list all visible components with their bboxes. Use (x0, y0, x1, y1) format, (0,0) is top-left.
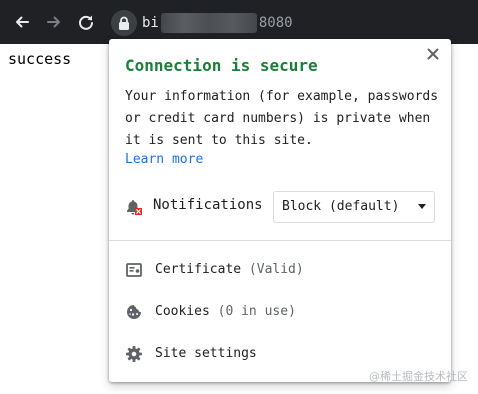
connection-description: Your information (for example, passwords… (125, 89, 439, 148)
page-body-text: success (8, 50, 72, 68)
cookies-label: Cookies (155, 304, 210, 319)
url-port: 8080 (258, 15, 293, 31)
browser-toolbar: bi 8080 (0, 0, 478, 44)
lock-icon (119, 16, 129, 30)
url-host-prefix: bi (142, 15, 159, 31)
notifications-select[interactable]: Block (default) (273, 191, 435, 223)
watermark-text: @稀土掘金技术社区 (369, 370, 468, 383)
address-bar[interactable]: bi 8080 (110, 9, 478, 37)
back-button[interactable] (8, 8, 36, 36)
section-divider (109, 240, 451, 241)
cookies-item[interactable]: Cookies (0 in use) (109, 292, 451, 332)
chevron-down-icon (418, 204, 426, 209)
certificate-icon (126, 263, 142, 277)
notifications-blocked-icon (127, 200, 142, 215)
site-settings-label: Site settings (155, 346, 257, 361)
reload-icon (79, 15, 93, 30)
close-button[interactable] (425, 46, 441, 62)
cookies-icon (127, 305, 141, 319)
connection-status-title: Connection is secure (125, 56, 318, 75)
site-info-button[interactable] (111, 10, 137, 36)
close-icon (427, 48, 439, 60)
certificate-label-wrap: Certificate (Valid) (155, 262, 304, 277)
url-redacted (160, 13, 257, 33)
settings-gear-icon (126, 346, 142, 362)
notifications-permission-row: Notifications Block (default) (109, 191, 451, 223)
forward-button[interactable] (40, 8, 68, 36)
reload-button[interactable] (72, 8, 100, 36)
cookies-label-wrap: Cookies (0 in use) (155, 304, 296, 319)
notifications-select-value: Block (default) (282, 199, 400, 214)
cookies-status: (0 in use) (217, 304, 296, 319)
back-arrow-icon (16, 16, 29, 28)
certificate-status: (Valid) (248, 262, 304, 277)
forward-arrow-icon (47, 16, 60, 28)
notifications-label: Notifications (153, 197, 263, 213)
site-info-popup: Connection is secure Your information (f… (109, 39, 451, 382)
certificate-label: Certificate (155, 262, 242, 277)
certificate-item[interactable]: Certificate (Valid) (109, 250, 451, 290)
learn-more-link[interactable]: Learn more (125, 152, 203, 167)
